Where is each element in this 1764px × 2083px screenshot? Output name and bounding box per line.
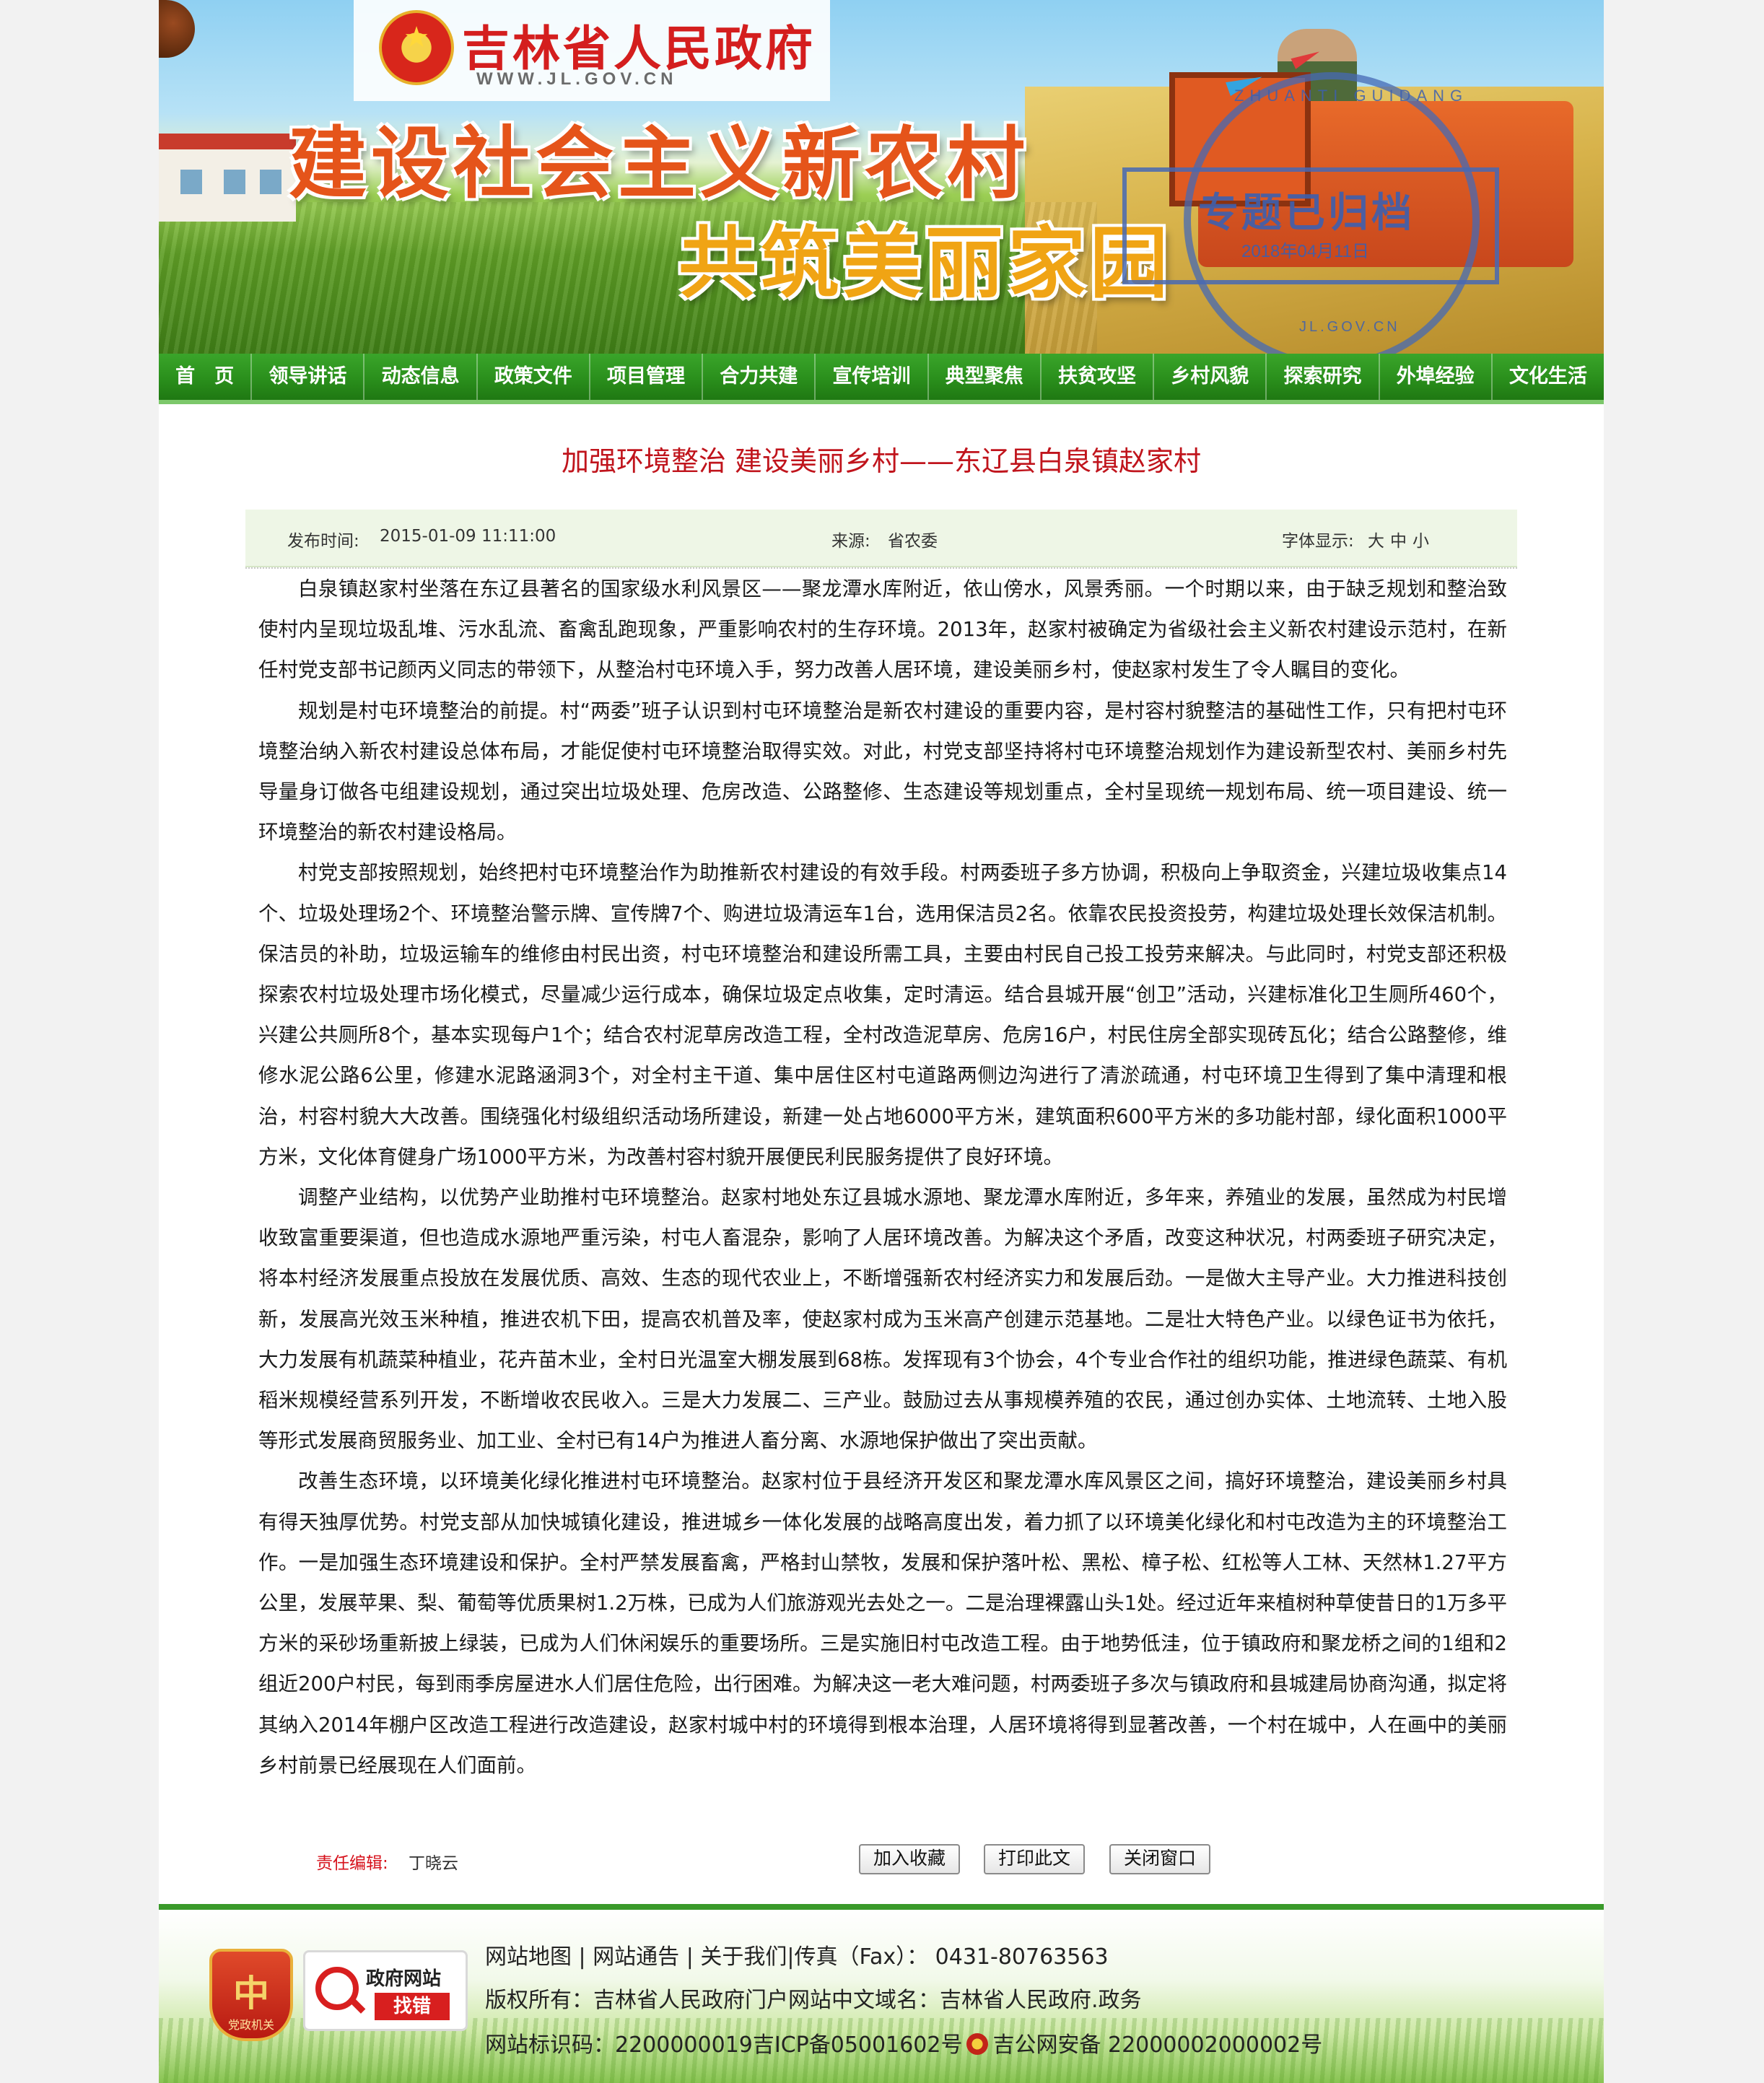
- source-value: 省农委: [888, 532, 938, 551]
- slogan-line-1: 建设社会主义新农村: [289, 119, 1030, 209]
- police-badge-icon: [966, 2033, 989, 2055]
- article-paragraph: 村党支部按照规划，始终把村屯环境整治作为助推新农村建设的有效手段。村两委班子多方…: [258, 861, 1507, 1169]
- nav-item-news[interactable]: 动态信息: [364, 354, 478, 400]
- farmhouse-image: [159, 134, 296, 222]
- nav-item-training[interactable]: 宣传培训: [816, 354, 929, 400]
- slogan-line-2: 共筑美丽家园: [678, 219, 1173, 309]
- article-meta-bar: 发布时间: 2015-01-09 11:11:00 来源: 省农委 字体显示: …: [245, 510, 1517, 567]
- font-size-small-link[interactable]: 小: [1412, 527, 1429, 551]
- copyright-text: 版权所有：吉林省人民政府门户网站中文域名：吉林省人民政府.政务: [485, 1988, 1142, 2013]
- editor-label: 责任编辑:: [316, 1854, 388, 1873]
- article-body: 白泉镇赵家村坐落在东辽县著名的国家级水利风景区——聚龙潭水库附近，依山傍水，风景…: [258, 569, 1507, 1786]
- nav-item-research[interactable]: 探索研究: [1267, 354, 1380, 400]
- nav-item-external-experience[interactable]: 外埠经验: [1380, 354, 1493, 400]
- publish-time: 2015-01-09 11:11:00: [380, 527, 556, 546]
- article-paragraph: 白泉镇赵家村坐落在东辽县著名的国家级水利风景区——聚龙潭水库附近，依山傍水，风景…: [258, 577, 1507, 682]
- main-nav: 首 页 领导讲话 动态信息 政策文件 项目管理 合力共建 宣传培训 典型聚焦 扶…: [159, 354, 1604, 404]
- site-footer: 中 党政机关 政府网站 找错 网站地图 | 网站通告 | 关于我们|传真（Fax…: [159, 1904, 1604, 2083]
- close-window-button[interactable]: 关闭窗口: [1109, 1844, 1211, 1874]
- site-code-text[interactable]: 网站标识码：2200000019吉ICP备05001602号: [485, 2032, 962, 2058]
- fax-number: |传真（Fax）： 0431-80763563: [787, 1944, 1109, 1970]
- police-record-text[interactable]: 吉公网安备 22000002000002号: [992, 2032, 1322, 2058]
- article-paragraph: 规划是村屯环境整治的前提。村“两委”班子认识到村屯环境整治是新农村建设的重要内容…: [258, 699, 1507, 844]
- source-label: 来源:: [831, 532, 870, 551]
- print-article-button[interactable]: 打印此文: [984, 1844, 1086, 1874]
- about-us-link[interactable]: 关于我们: [700, 1944, 787, 1970]
- publish-time-label: 发布时间:: [287, 532, 359, 551]
- archive-stamp-bottom-text: JL.GOV.CN: [1299, 319, 1400, 335]
- report-error-badge[interactable]: 政府网站 找错: [303, 1950, 468, 2031]
- archive-stamp-title: 专题已归档: [1198, 190, 1415, 237]
- national-emblem-icon: ★: [379, 10, 454, 85]
- archive-stamp-arc-text: ZHUANTI GUIDANG: [1234, 87, 1469, 105]
- site-notice-link[interactable]: 网站通告: [593, 1944, 679, 1970]
- nav-item-village-scenery[interactable]: 乡村风貌: [1154, 354, 1267, 400]
- nav-item-projects[interactable]: 项目管理: [590, 354, 704, 400]
- editor-name: 丁晓云: [409, 1854, 458, 1873]
- site-url: WWW.JL.GOV.CN: [476, 69, 678, 89]
- nav-item-leader-speeches[interactable]: 领导讲话: [252, 354, 365, 400]
- nav-item-typical-focus[interactable]: 典型聚焦: [929, 354, 1042, 400]
- report-error-line-2: 找错: [375, 1993, 450, 2020]
- page: ★ 吉林省人民政府 WWW.JL.GOV.CN 建设社会主义新农村 共筑美丽家园…: [159, 0, 1604, 2083]
- site-record-line: 网站标识码：2200000019吉ICP备05001602号 吉公网安备 2200…: [485, 2027, 1322, 2058]
- archive-stamp-date: 2018年04月11日: [1241, 242, 1369, 261]
- article-paragraph: 调整产业结构，以优势产业助推村屯环境整治。赵家村地处东辽县城水源地、聚龙潭水库附…: [258, 1186, 1507, 1453]
- nav-item-policy[interactable]: 政策文件: [478, 354, 590, 400]
- party-badge-text: 党政机关: [227, 2018, 274, 2032]
- article-paragraph: 改善生态环境，以环境美化绿化推进村屯环境整治。赵家村位于县经济开发区和聚龙潭水库…: [258, 1470, 1507, 1777]
- sitemap-link[interactable]: 网站地图: [485, 1944, 572, 1970]
- font-size-large-link[interactable]: 大: [1368, 527, 1384, 551]
- footer-links: 网站地图 | 网站通告 | 关于我们|传真（Fax）： 0431-8076356…: [485, 1944, 1109, 1970]
- nav-item-poverty[interactable]: 扶贫攻坚: [1042, 354, 1155, 400]
- add-favorite-button[interactable]: 加入收藏: [859, 1844, 961, 1874]
- nav-item-culture[interactable]: 文化生活: [1493, 354, 1604, 400]
- header-banner: ★ 吉林省人民政府 WWW.JL.GOV.CN 建设社会主义新农村 共筑美丽家园…: [159, 0, 1604, 354]
- article-title: 加强环境整治 建设美丽乡村——东辽县白泉镇赵家村: [561, 445, 1202, 477]
- font-size-medium-link[interactable]: 中: [1390, 527, 1407, 551]
- chestnut-image: [159, 0, 195, 58]
- font-size-label: 字体显示:: [1282, 532, 1354, 551]
- nav-item-joint-build[interactable]: 合力共建: [703, 354, 816, 400]
- report-error-line-1: 政府网站: [366, 1968, 442, 1990]
- nav-item-home[interactable]: 首 页: [159, 354, 253, 400]
- party-government-badge-icon[interactable]: 中 党政机关: [209, 1949, 293, 2041]
